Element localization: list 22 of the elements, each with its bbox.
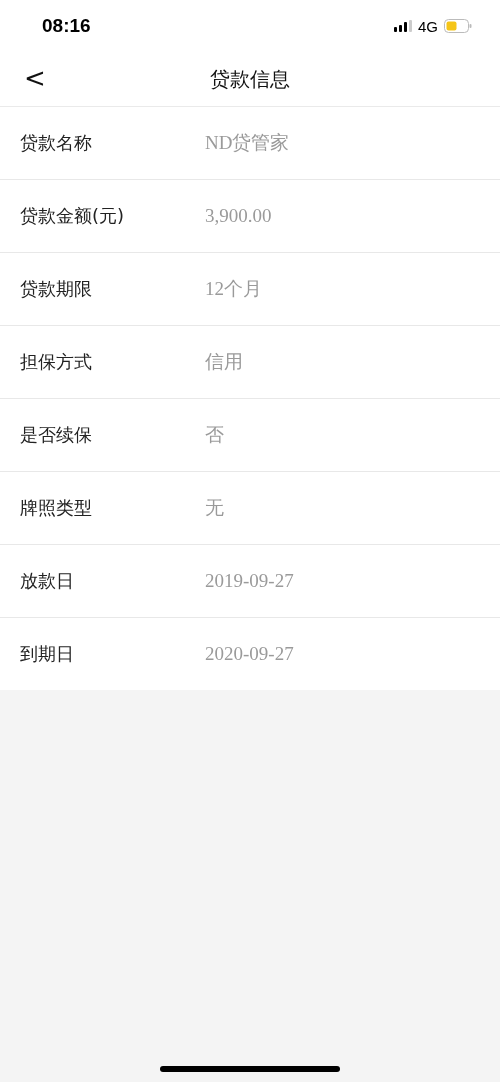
field-label: 是否续保 xyxy=(20,423,93,447)
field-label: 贷款金额(元) xyxy=(20,204,126,228)
field-value: 2019-09-27 xyxy=(205,570,294,592)
field-label: 贷款名称 xyxy=(20,131,93,155)
field-label: 放款日 xyxy=(20,569,75,593)
field-label: 贷款期限 xyxy=(20,277,93,301)
field-label: 担保方式 xyxy=(20,350,93,374)
field-value: ND贷管家 xyxy=(205,131,290,155)
field-label: 牌照类型 xyxy=(20,496,93,520)
battery-icon xyxy=(444,19,472,33)
back-button[interactable]: < xyxy=(20,62,50,94)
field-value: 信用 xyxy=(205,350,243,374)
status-time: 08:16 xyxy=(42,15,91,37)
field-value: 否 xyxy=(205,423,224,447)
field-label: 到期日 xyxy=(20,642,75,666)
field-value: 3,900.00 xyxy=(205,205,272,227)
field-value: 12个月 xyxy=(205,277,262,301)
network-label: 4G xyxy=(418,17,438,35)
signal-icon xyxy=(394,20,412,32)
field-value: 无 xyxy=(205,496,224,520)
field-value: 2020-09-27 xyxy=(205,643,294,665)
page-title: 贷款信息 xyxy=(210,65,290,93)
